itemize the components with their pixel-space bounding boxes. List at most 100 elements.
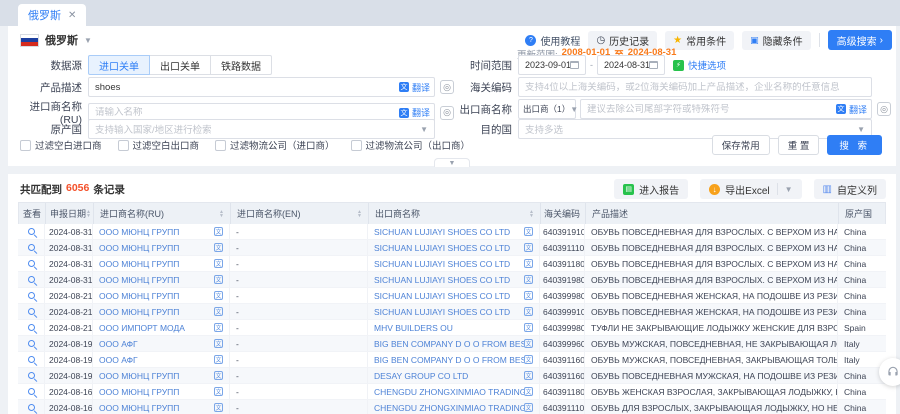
- translate-icon[interactable]: 文: [214, 307, 223, 316]
- checkbox-filter-logistics-importer[interactable]: 过滤物流公司（进口商）: [215, 138, 335, 152]
- search-button[interactable]: 搜 索: [827, 135, 882, 155]
- importer-ru-link[interactable]: ООО МЮНЦ ГРУПП: [99, 227, 179, 237]
- translate-icon[interactable]: 文: [524, 259, 533, 268]
- exact-match-icon[interactable]: ◎: [440, 80, 454, 94]
- chevron-down-icon[interactable]: ▼: [785, 185, 793, 194]
- custom-columns-button[interactable]: ▥ 自定义列: [814, 179, 886, 199]
- col-header-exporter[interactable]: 出口商名称▲▼: [369, 203, 541, 224]
- exporter-link[interactable]: SICHUAN LUJIAYI SHOES CO LTD: [374, 243, 510, 253]
- translate-icon[interactable]: 文: [524, 243, 533, 252]
- translate-icon[interactable]: 文: [214, 323, 223, 332]
- importer-ru-link[interactable]: ООО МЮНЦ ГРУПП: [99, 275, 179, 285]
- exporter-link[interactable]: SICHUAN LUJIAYI SHOES CO LTD: [374, 227, 510, 237]
- exact-match-icon[interactable]: ◎: [877, 102, 891, 116]
- magnifier-icon[interactable]: [28, 260, 35, 267]
- importer-ru-link[interactable]: ООО АФГ: [99, 339, 138, 349]
- tab-russia[interactable]: 俄罗斯 ✕: [18, 4, 86, 26]
- date-to-input[interactable]: [604, 60, 649, 70]
- advanced-search-button[interactable]: 高级搜索 ›: [828, 30, 892, 50]
- exporter-link[interactable]: CHENGDU ZHONGXINMIAO TRADING C: [374, 387, 524, 397]
- exact-match-icon[interactable]: ◎: [440, 106, 454, 120]
- translate-icon[interactable]: 文: [214, 243, 223, 252]
- product-desc-input[interactable]: [95, 82, 428, 93]
- importer-ru-input[interactable]: [95, 107, 428, 118]
- country-selector[interactable]: 俄罗斯 ▼: [20, 32, 92, 48]
- hide-conditions-button[interactable]: ▣ 隐藏条件: [742, 31, 811, 50]
- col-header-date[interactable]: 申报日期▲▼: [46, 203, 94, 224]
- exporter-link[interactable]: BIG BEN COMPANY D O O FROM BEST T: [374, 355, 524, 365]
- date-from-input[interactable]: [525, 60, 570, 70]
- sort-icon[interactable]: ▲▼: [529, 210, 534, 218]
- customer-service-button[interactable]: [879, 358, 900, 386]
- translate-icon[interactable]: 文: [214, 403, 223, 412]
- quick-options-button[interactable]: ⚡ 快捷选项: [673, 58, 726, 72]
- reset-button[interactable]: 重 置: [778, 135, 820, 155]
- export-excel-button[interactable]: ↓ 导出Excel ▼: [700, 179, 801, 199]
- translate-icon[interactable]: 文: [524, 387, 533, 396]
- translate-icon[interactable]: 文: [214, 259, 223, 268]
- origin-country-select[interactable]: 支持输入国家/地区进行检索 ▼: [88, 119, 435, 139]
- checkbox-filter-blank-importer[interactable]: 过滤空白进口商: [20, 138, 102, 152]
- magnifier-icon[interactable]: [28, 324, 35, 331]
- magnifier-icon[interactable]: [28, 228, 35, 235]
- importer-ru-link[interactable]: ООО АФГ: [99, 355, 138, 365]
- translate-icon[interactable]: 文: [524, 403, 533, 412]
- tutorial-link[interactable]: ? 使用教程: [525, 33, 580, 48]
- magnifier-icon[interactable]: [28, 372, 35, 379]
- translate-icon[interactable]: 文: [214, 355, 223, 364]
- save-common-button[interactable]: 保存常用: [712, 135, 770, 155]
- importer-ru-link[interactable]: ООО ИМПОРТ МОДА: [99, 323, 185, 333]
- translate-icon[interactable]: 文: [524, 307, 533, 316]
- importer-ru-link[interactable]: ООО МЮНЦ ГРУПП: [99, 371, 179, 381]
- magnifier-icon[interactable]: [28, 244, 35, 251]
- importer-ru-link[interactable]: ООО МЮНЦ ГРУПП: [99, 307, 179, 317]
- exporter-link[interactable]: MHV BUILDERS OU: [374, 323, 453, 333]
- translate-button[interactable]: 文 翻译: [396, 78, 430, 96]
- tab-export-declarations[interactable]: 出口关单: [149, 55, 211, 75]
- importer-ru-link[interactable]: ООО МЮНЦ ГРУПП: [99, 387, 179, 397]
- translate-icon[interactable]: 文: [524, 275, 533, 284]
- exporter-link[interactable]: CHENGDU ZHONGXINMIAO TRADING C: [374, 403, 524, 413]
- magnifier-icon[interactable]: [28, 404, 35, 411]
- importer-ru-link[interactable]: ООО МЮНЦ ГРУПП: [99, 403, 179, 413]
- col-header-importer-en[interactable]: 进口商名称(EN)▲▼: [231, 203, 369, 224]
- exporter-link[interactable]: BIG BEN COMPANY D O O FROM BEST T: [374, 339, 524, 349]
- translate-icon[interactable]: 文: [524, 227, 533, 236]
- magnifier-icon[interactable]: [28, 356, 35, 363]
- importer-ru-link[interactable]: ООО МЮНЦ ГРУПП: [99, 291, 179, 301]
- importer-ru-link[interactable]: ООО МЮНЦ ГРУПП: [99, 243, 179, 253]
- tab-import-declarations[interactable]: 进口关单: [88, 55, 150, 75]
- magnifier-icon[interactable]: [28, 340, 35, 347]
- date-to-field[interactable]: [597, 55, 665, 75]
- translate-icon[interactable]: 文: [214, 291, 223, 300]
- enter-report-button[interactable]: ▤ 进入报告: [614, 179, 688, 199]
- translate-icon[interactable]: 文: [214, 227, 223, 236]
- exporter-link[interactable]: SICHUAN LUJIAYI SHOES CO LTD: [374, 259, 510, 269]
- checkbox-filter-logistics-exporter[interactable]: 过滤物流公司（出口商）: [351, 138, 471, 152]
- translate-icon[interactable]: 文: [214, 339, 223, 348]
- translate-icon[interactable]: 文: [524, 371, 533, 380]
- exporter-input[interactable]: [587, 104, 865, 115]
- magnifier-icon[interactable]: [28, 308, 35, 315]
- translate-icon[interactable]: 文: [524, 323, 533, 332]
- exporter-link[interactable]: DESAY GROUP CO LTD: [374, 371, 468, 381]
- close-icon[interactable]: ✕: [68, 10, 76, 21]
- translate-icon[interactable]: 文: [214, 371, 223, 380]
- translate-icon[interactable]: 文: [214, 275, 223, 284]
- sort-icon[interactable]: ▲▼: [86, 210, 91, 218]
- exporter-type-select[interactable]: 出口商（1） ▼: [518, 99, 576, 119]
- tab-railway-data[interactable]: 铁路数据: [210, 55, 272, 75]
- magnifier-icon[interactable]: [28, 292, 35, 299]
- magnifier-icon[interactable]: [28, 276, 35, 283]
- collapse-filter-handle[interactable]: ▼: [434, 158, 470, 167]
- sort-icon[interactable]: ▲▼: [219, 210, 224, 218]
- exporter-link[interactable]: SICHUAN LUJIAYI SHOES CO LTD: [374, 307, 510, 317]
- translate-icon[interactable]: 文: [524, 355, 533, 364]
- magnifier-icon[interactable]: [28, 388, 35, 395]
- translate-icon[interactable]: 文: [524, 339, 533, 348]
- sort-icon[interactable]: ▲▼: [357, 210, 362, 218]
- date-from-field[interactable]: [518, 55, 586, 75]
- col-header-importer-ru[interactable]: 进口商名称(RU)▲▼: [94, 203, 231, 224]
- checkbox-filter-blank-exporter[interactable]: 过滤空白出口商: [118, 138, 200, 152]
- translate-button[interactable]: 文 翻译: [833, 100, 867, 118]
